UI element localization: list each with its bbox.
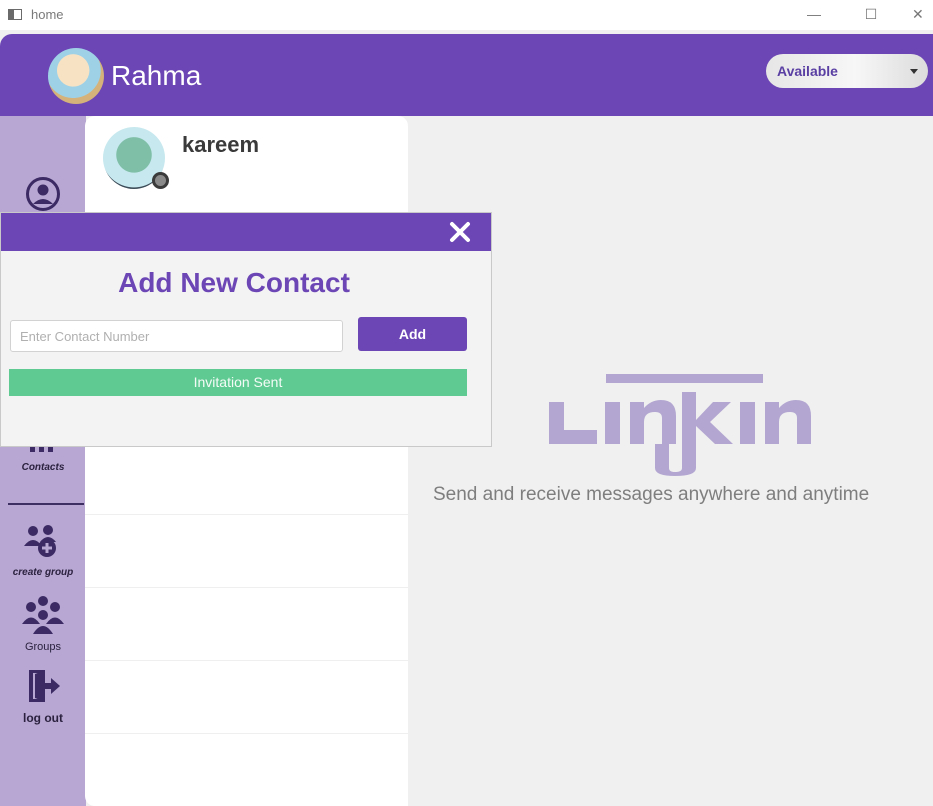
tagline: Send and receive messages anywhere and a… bbox=[433, 484, 870, 505]
add-contact-dialog: Add New Contact Add Invitation Sent bbox=[0, 212, 492, 447]
maximize-button[interactable]: ☐ bbox=[857, 3, 885, 25]
sidebar-item-profile[interactable] bbox=[0, 176, 86, 217]
add-contact-button[interactable]: Add bbox=[358, 317, 467, 351]
status-value: Available bbox=[777, 63, 838, 79]
close-window-button[interactable]: ✕ bbox=[912, 3, 933, 25]
invitation-sent-banner: Invitation Sent bbox=[9, 369, 467, 396]
close-icon[interactable] bbox=[448, 220, 472, 244]
chevron-down-icon bbox=[910, 69, 918, 74]
contact-number-input[interactable] bbox=[10, 320, 343, 352]
row-divider bbox=[85, 733, 408, 734]
dialog-titlebar bbox=[1, 213, 491, 251]
window-title: home bbox=[31, 7, 64, 22]
sidebar-label-create-group: create group bbox=[12, 567, 74, 578]
sidebar-item-create-group[interactable]: create group bbox=[0, 522, 86, 578]
sidebar-label-contacts: Contacts bbox=[21, 462, 65, 473]
user-circle-icon bbox=[26, 177, 60, 211]
dialog-title: Add New Contact bbox=[118, 267, 350, 298]
sidebar-label-groups: Groups bbox=[24, 641, 62, 653]
app-icon bbox=[8, 9, 22, 20]
window-titlebar: home — ☐ ✕ bbox=[0, 0, 933, 30]
groups-icon bbox=[22, 596, 64, 634]
create-group-icon bbox=[24, 525, 56, 557]
user-avatar[interactable] bbox=[48, 48, 104, 104]
sidebar-divider bbox=[8, 503, 84, 505]
row-divider bbox=[85, 587, 408, 588]
status-dropdown[interactable]: Available bbox=[766, 54, 928, 88]
sidebar-label-logout: log out bbox=[23, 711, 63, 725]
row-divider bbox=[85, 660, 408, 661]
sidebar-item-groups[interactable]: Groups bbox=[0, 594, 86, 653]
minimize-button[interactable]: — bbox=[800, 3, 828, 25]
contact-name: kareem bbox=[182, 132, 260, 157]
contact-status-indicator bbox=[152, 172, 169, 189]
linkin-logo bbox=[549, 374, 811, 476]
app-header: Rahma Available bbox=[0, 34, 933, 116]
sidebar-item-logout[interactable]: log out bbox=[0, 668, 86, 725]
row-divider bbox=[85, 514, 408, 515]
contact-list-item[interactable]: kareem bbox=[85, 116, 408, 201]
username: Rahma bbox=[111, 60, 202, 91]
logout-icon bbox=[29, 670, 60, 702]
